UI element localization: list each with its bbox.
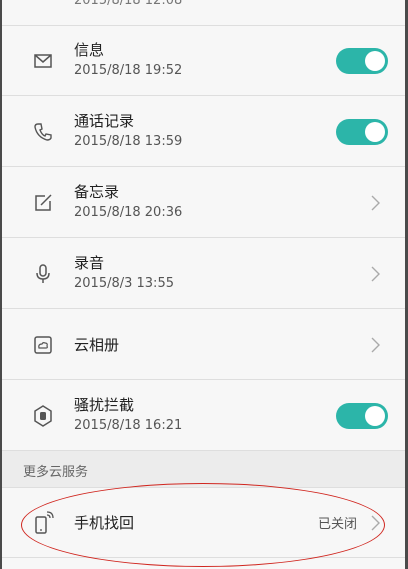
item-timestamp: 2015/8/3 13:55 [74, 276, 174, 291]
mail-icon [30, 48, 56, 74]
item-title: 信息 [74, 41, 105, 59]
phone-signal-icon [30, 510, 56, 536]
chevron-right-icon [371, 515, 380, 531]
list-item-harassment-block[interactable]: 骚扰拦截 2015/8/18 16:21 [2, 381, 405, 451]
item-title: 通话记录 [74, 112, 135, 130]
item-title: 云相册 [74, 336, 120, 354]
settings-sheet: 2015/8/18 12:08 信息 2015/8/18 19:52 通话记录 … [2, 0, 405, 569]
list-item-memo[interactable]: 备忘录 2015/8/18 20:36 [2, 168, 405, 238]
harassment-block-toggle[interactable] [336, 403, 388, 429]
item-timestamp: 2015/8/18 20:36 [74, 205, 183, 220]
section-header-more-cloud-services: 更多云服务 [2, 451, 405, 488]
phone-icon [30, 119, 56, 145]
list-item-recordings[interactable]: 录音 2015/8/3 13:55 [2, 239, 405, 309]
chevron-right-icon [371, 266, 380, 282]
section-label: 更多云服务 [23, 465, 89, 480]
item-title: 手机找回 [74, 514, 135, 532]
call-log-toggle[interactable] [336, 119, 388, 145]
item-title: 骚扰拦截 [74, 396, 135, 414]
microphone-icon [30, 261, 56, 287]
chevron-right-icon [371, 195, 380, 211]
partial-previous-row: 2015/8/18 12:08 [2, 0, 405, 26]
edit-note-icon [30, 190, 56, 216]
partial-row-subtitle: 2015/8/18 12:08 [74, 0, 183, 8]
list-item-call-log[interactable]: 通话记录 2015/8/18 13:59 [2, 97, 405, 167]
item-title: 录音 [74, 254, 105, 272]
toggle-knob [365, 406, 385, 426]
messages-toggle[interactable] [336, 48, 388, 74]
chevron-right-icon [371, 337, 380, 353]
item-timestamp: 2015/8/18 19:52 [74, 63, 183, 78]
hand-block-icon [30, 403, 56, 429]
toggle-knob [365, 122, 385, 142]
next-row-partial [2, 558, 405, 569]
cloud-album-icon [30, 332, 56, 358]
list-item-messages[interactable]: 信息 2015/8/18 19:52 [2, 26, 405, 96]
list-item-cloud-album[interactable]: 云相册 [2, 310, 405, 380]
item-timestamp: 2015/8/18 13:59 [74, 134, 183, 149]
find-phone-status: 已关闭 [318, 517, 358, 532]
item-timestamp: 2015/8/18 16:21 [74, 418, 183, 433]
list-item-find-phone[interactable]: 手机找回 已关闭 [2, 488, 405, 558]
item-title: 备忘录 [74, 183, 120, 201]
toggle-knob [365, 51, 385, 71]
